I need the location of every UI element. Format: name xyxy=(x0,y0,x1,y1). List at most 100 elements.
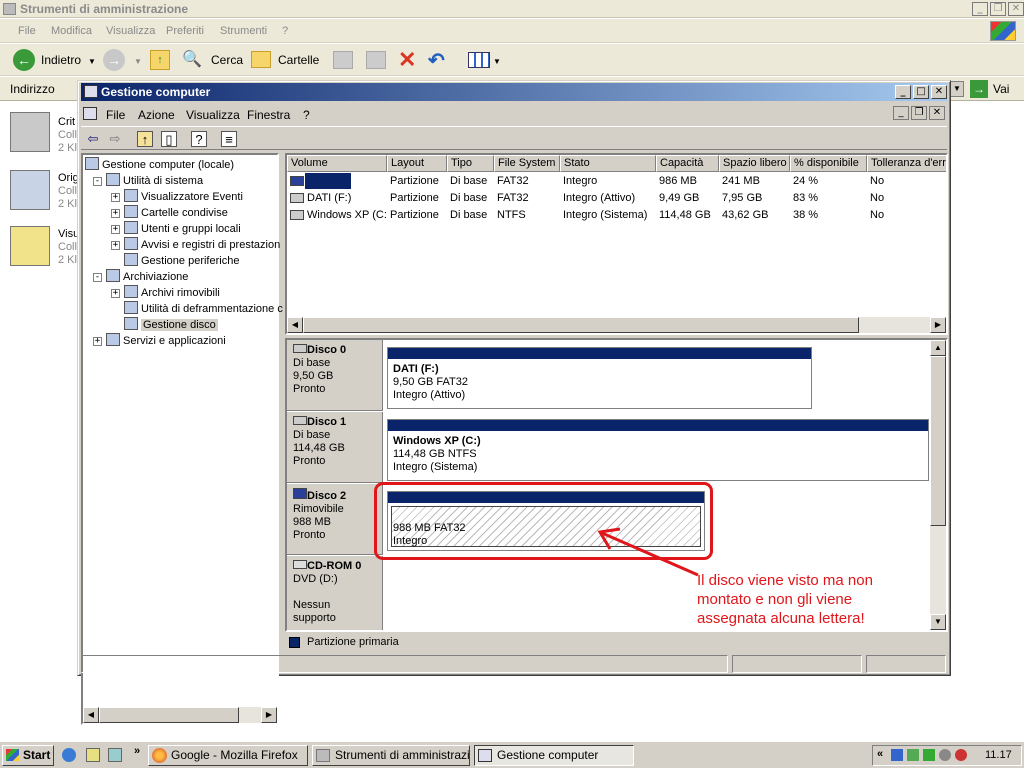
forward-icon[interactable]: ⇨ xyxy=(107,131,123,147)
taskbar-firefox[interactable]: Google - Mozilla Firefox xyxy=(148,745,308,766)
menu-finestra[interactable]: Finestra xyxy=(247,108,290,122)
selected-volume-highlight[interactable] xyxy=(305,173,351,189)
tree-node[interactable]: Visualizzatore Eventi xyxy=(124,189,243,205)
menu-help[interactable]: ? xyxy=(303,108,310,122)
cdrom-0-label[interactable]: CD-ROM 0 DVD (D:) Nessun supporto xyxy=(287,556,383,630)
forward-dropdown-icon[interactable]: ▼ xyxy=(134,57,142,66)
column-header[interactable]: Volume xyxy=(287,155,387,172)
column-header[interactable]: % disponibile xyxy=(790,155,867,172)
address-dropdown-icon[interactable]: ▼ xyxy=(950,81,964,97)
delete-icon[interactable]: ✕ xyxy=(398,47,416,73)
views-icon[interactable] xyxy=(468,52,490,68)
tree-node[interactable]: Cartelle condivise xyxy=(124,205,228,221)
column-header[interactable]: Layout xyxy=(387,155,447,172)
explorer-menu-visualizza[interactable]: Visualizza xyxy=(106,25,155,37)
tray-app-icon[interactable] xyxy=(923,749,935,761)
graph-vertical-scrollbar[interactable]: ▲ ▼ xyxy=(930,340,946,630)
scroll-thumb[interactable] xyxy=(99,707,239,723)
quicklaunch-icon[interactable] xyxy=(108,748,122,762)
disk-2-label[interactable]: Disco 2 Rimovibile 988 MB Pronto xyxy=(287,484,383,555)
tree-node[interactable]: Utilità di sistema xyxy=(106,173,203,189)
scroll-right-icon[interactable]: ▶ xyxy=(261,707,277,723)
back-dropdown-icon[interactable]: ▼ xyxy=(88,57,96,66)
table-row[interactable]: DATI (F:) Partizione Di base FAT32 Integro (… xyxy=(287,190,946,207)
clock[interactable]: 11.17 xyxy=(985,749,1012,761)
explorer-menu-strumenti[interactable]: Strumenti xyxy=(220,25,267,37)
expand-icon[interactable]: + xyxy=(111,241,120,250)
scroll-thumb[interactable] xyxy=(303,317,859,333)
tree-node[interactable]: Archivi rimovibili xyxy=(124,285,220,301)
console-icon[interactable] xyxy=(83,107,97,120)
expand-icon[interactable]: + xyxy=(111,193,120,202)
disk-1-label[interactable]: Disco 1 Di base 114,48 GB Pronto xyxy=(287,412,383,483)
tree-node[interactable]: Utenti e gruppi locali xyxy=(124,221,241,237)
taskbar-admin-tools[interactable]: Strumenti di amministrazi... xyxy=(312,745,470,766)
list-item-name[interactable]: Orig xyxy=(58,172,79,184)
start-button[interactable]: Start xyxy=(2,745,54,766)
scroll-right-icon[interactable]: ▶ xyxy=(930,317,946,333)
column-header[interactable]: Capacità xyxy=(656,155,719,172)
expand-icon[interactable]: + xyxy=(93,337,102,346)
menu-azione[interactable]: Azione xyxy=(138,108,175,122)
tree-node[interactable]: Archiviazione xyxy=(106,269,188,285)
search-button[interactable]: Cerca xyxy=(211,53,243,67)
antivirus-icon[interactable] xyxy=(955,749,967,761)
column-header[interactable]: Tipo xyxy=(447,155,494,172)
scroll-left-icon[interactable]: ◀ xyxy=(83,707,99,723)
tree-node[interactable]: Servizi e applicazioni xyxy=(106,333,226,349)
expand-icon[interactable]: + xyxy=(111,209,120,218)
expand-icon[interactable]: + xyxy=(111,289,120,298)
back-button[interactable]: Indietro xyxy=(41,53,81,67)
collapse-icon[interactable]: - xyxy=(93,177,102,186)
scroll-down-icon[interactable]: ▼ xyxy=(930,614,946,630)
explorer-menu-file[interactable]: File xyxy=(18,25,36,37)
child-minimize-button[interactable]: _ xyxy=(893,106,909,120)
tree-node[interactable]: Gestione computer (locale) xyxy=(85,157,234,173)
scroll-left-icon[interactable]: ◀ xyxy=(287,317,303,333)
explorer-menu-modifica[interactable]: Modifica xyxy=(51,25,92,37)
partition-windows-xp[interactable]: Windows XP (C:) 114,48 GB NTFS Integro (… xyxy=(387,419,929,481)
column-header[interactable]: File System xyxy=(494,155,560,172)
undo-icon[interactable]: ↶ xyxy=(428,48,445,73)
folders-button[interactable]: Cartelle xyxy=(278,53,319,67)
copy-to-icon[interactable] xyxy=(366,51,386,69)
back-arrow-icon[interactable]: ← xyxy=(13,49,35,71)
up-level-icon[interactable]: ↑ xyxy=(137,131,153,147)
list-item-icon[interactable] xyxy=(10,112,50,152)
explorer-minimize-button[interactable]: _ xyxy=(972,2,988,16)
go-button[interactable]: Vai xyxy=(993,82,1009,96)
mmc-maximize-button[interactable]: □ xyxy=(913,85,929,99)
tree-horizontal-scrollbar[interactable]: ◀ ▶ xyxy=(83,707,277,723)
help-icon[interactable]: ? xyxy=(191,131,207,147)
column-header[interactable]: Stato xyxy=(560,155,656,172)
tray-app-icon[interactable] xyxy=(939,749,951,761)
explorer-close-button[interactable]: ✕ xyxy=(1008,2,1024,16)
table-row[interactable]: Windows XP (C:) Partizione Di base NTFS Inte… xyxy=(287,207,946,224)
menu-file[interactable]: File xyxy=(106,108,125,122)
tree-node[interactable]: Avvisi e registri di prestazion xyxy=(124,237,280,253)
child-close-button[interactable]: ✕ xyxy=(929,106,945,120)
explorer-restore-button[interactable]: ❐ xyxy=(990,2,1006,16)
column-header[interactable]: Spazio libero xyxy=(719,155,790,172)
network-icon[interactable] xyxy=(891,749,903,761)
mmc-close-button[interactable]: ✕ xyxy=(931,85,947,99)
expand-icon[interactable]: + xyxy=(111,225,120,234)
list-item-icon[interactable] xyxy=(10,170,50,210)
show-desktop-icon[interactable] xyxy=(86,748,100,762)
go-arrow-icon[interactable]: → xyxy=(970,80,988,98)
mmc-title-bar[interactable]: Gestione computer _ □ ✕ xyxy=(81,83,947,101)
show-hide-tree-icon[interactable]: ▯ xyxy=(161,131,177,147)
child-restore-button[interactable]: ❐ xyxy=(911,106,927,120)
partition-dati[interactable]: DATI (F:) 9,50 GB FAT32 Integro (Attivo) xyxy=(387,347,812,409)
quicklaunch-chevron-icon[interactable]: » xyxy=(134,745,140,757)
disk-0-label[interactable]: Disco 0 Di base 9,50 GB Pronto xyxy=(287,340,383,411)
tray-expand-icon[interactable]: « xyxy=(877,748,883,760)
properties-icon[interactable]: ≡ xyxy=(221,131,237,147)
column-header[interactable]: Tolleranza d'err xyxy=(867,155,946,172)
tree-node[interactable]: Utilità di deframmentazione c xyxy=(124,301,283,317)
scroll-up-icon[interactable]: ▲ xyxy=(930,340,946,356)
folder-up-icon[interactable]: ↑ xyxy=(150,50,170,70)
mmc-minimize-button[interactable]: _ xyxy=(895,85,911,99)
tree-node[interactable]: Gestione disco xyxy=(124,317,218,333)
back-icon[interactable]: ⇦ xyxy=(85,131,101,147)
